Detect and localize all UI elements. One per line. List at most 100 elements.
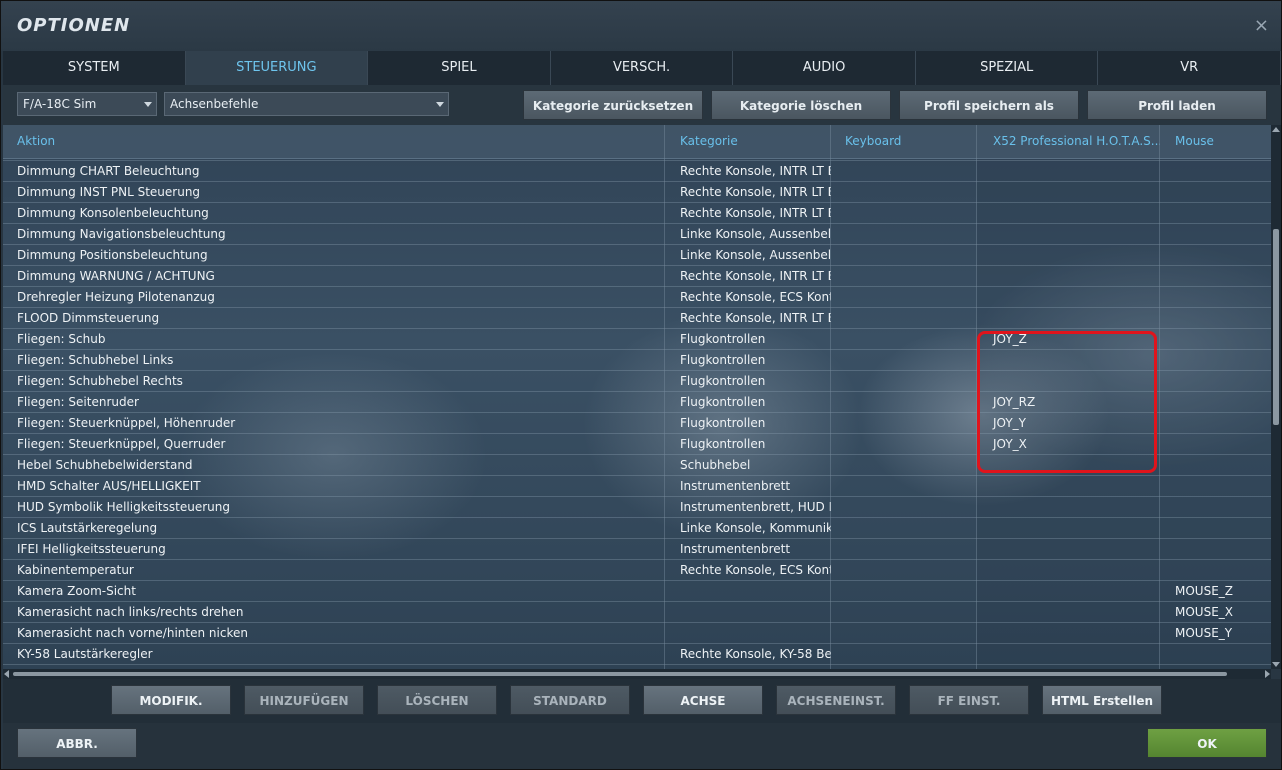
- cell-keyboard: [831, 182, 977, 202]
- cell-keyboard: [831, 266, 977, 286]
- tab-steuerung[interactable]: STEUERUNG: [185, 51, 369, 85]
- cell-joystick: JOY_Z: [993, 332, 1027, 346]
- table-row[interactable]: Fliegen: Steuerknüppel, Höhenruder Flugko…: [3, 413, 1271, 434]
- scrollbar-thumb[interactable]: [13, 672, 1227, 676]
- cell-action: Kamerasicht nach vorne/hinten nicken: [17, 626, 248, 640]
- cell-category: Rechte Konsole, INTR LT E: [680, 164, 831, 178]
- tab-versch[interactable]: VERSCH.: [550, 51, 734, 85]
- cell-action: Fliegen: Schubhebel Rechts: [17, 374, 183, 388]
- table-row[interactable]: Drehregler Heizung Pilotenanzug Rechte Ko…: [3, 287, 1271, 308]
- column-header-category[interactable]: Kategorie: [665, 125, 831, 158]
- table-row[interactable]: Fliegen: Schub Flugkontrollen JOY_Z: [3, 329, 1271, 350]
- cell-mouse: [1160, 518, 1271, 538]
- table-row[interactable]: Dimmung INST PNL Steuerung Rechte Konsole…: [3, 182, 1271, 203]
- load-profile-button[interactable]: Profil laden: [1087, 90, 1267, 120]
- tab-audio[interactable]: AUDIO: [733, 51, 916, 85]
- table-row[interactable]: Dimmung Positionsbeleuchtung Linke Konsol…: [3, 245, 1271, 266]
- cell-keyboard: [831, 224, 977, 244]
- aircraft-select[interactable]: F/A-18C Sim: [17, 92, 157, 116]
- standard-button[interactable]: STANDARD: [510, 685, 630, 715]
- achseneinst-button[interactable]: ACHSENEINST.: [776, 685, 896, 715]
- category-select[interactable]: Achsenbefehle: [164, 92, 449, 116]
- cell-joystick: [977, 266, 1160, 286]
- save-profile-as-button[interactable]: Profil speichern als: [899, 90, 1079, 120]
- scroll-down-icon[interactable]: [1272, 662, 1280, 667]
- table-row[interactable]: Dimmung Konsolenbeleuchtung Rechte Konsol…: [3, 203, 1271, 224]
- table-row[interactable]: FLOOD Dimmsteuerung Rechte Konsole, INTR …: [3, 308, 1271, 329]
- achse-button[interactable]: ACHSE: [643, 685, 763, 715]
- scroll-right-icon[interactable]: [1265, 670, 1270, 678]
- cell-category: Instrumentenbrett, HUD E: [680, 500, 831, 514]
- cancel-button[interactable]: ABBR.: [17, 728, 137, 758]
- column-header-keyboard[interactable]: Keyboard: [831, 125, 977, 158]
- column-header-joystick[interactable]: X52 Professional H.O.T.A.S...: [977, 125, 1160, 158]
- table-row[interactable]: Kamerasicht nach vorne/hinten nicken MOUS…: [3, 623, 1271, 644]
- table-row[interactable]: Hebel Schubhebelwiderstand Schubhebel: [3, 455, 1271, 476]
- tab-spezial[interactable]: SPEZIAL: [915, 51, 1099, 85]
- cell-joystick: [977, 455, 1160, 475]
- column-divider: [664, 125, 665, 669]
- cell-keyboard: [831, 413, 977, 433]
- cell-mouse: [1160, 203, 1271, 223]
- table-row[interactable]: Dimmung CHART Beleuchtung Rechte Konsole,…: [3, 161, 1271, 182]
- cell-category: [665, 602, 831, 622]
- table-row[interactable]: KY-58 Lautstärkeregler Rechte Konsole, KY…: [3, 644, 1271, 665]
- table-row[interactable]: Fliegen: Steuerknüppel, Querruder Flugkon…: [3, 434, 1271, 455]
- cell-joystick: [977, 308, 1160, 328]
- table-row[interactable]: Fliegen: Seitenruder Flugkontrollen JOY_RZ: [3, 392, 1271, 413]
- modifik-button[interactable]: MODIFIK.: [111, 685, 231, 715]
- column-header-action[interactable]: Aktion: [3, 125, 665, 158]
- tab-system[interactable]: SYSTEM: [3, 51, 186, 85]
- table-row[interactable]: Kamerasicht nach links/rechts drehen MOUS…: [3, 602, 1271, 623]
- cell-mouse: [1160, 245, 1271, 265]
- html-erstellen-button[interactable]: HTML Erstellen: [1042, 685, 1162, 715]
- löschen-button[interactable]: LÖSCHEN: [377, 685, 497, 715]
- cell-category: Schubhebel: [680, 458, 751, 472]
- cell-action: Dimmung WARNUNG / ACHTUNG: [17, 269, 215, 283]
- table-row[interactable]: ICS Lautstärkeregelung Linke Konsole, Kom…: [3, 518, 1271, 539]
- cell-mouse: [1160, 539, 1271, 559]
- cell-action: Fliegen: Steuerknüppel, Höhenruder: [17, 416, 236, 430]
- cell-mouse: [1160, 182, 1271, 202]
- table-row[interactable]: Dimmung WARNUNG / ACHTUNG Rechte Konsole,…: [3, 266, 1271, 287]
- cell-keyboard: [831, 203, 977, 223]
- scroll-left-icon[interactable]: [4, 670, 9, 678]
- cell-keyboard: [831, 455, 977, 475]
- cell-keyboard: [831, 371, 977, 391]
- ff-einst-button[interactable]: FF EINST.: [909, 685, 1029, 715]
- horizontal-scrollbar[interactable]: [3, 669, 1271, 679]
- cell-mouse: [1160, 392, 1271, 412]
- cell-category: Rechte Konsole, INTR LT E: [680, 185, 831, 199]
- cell-category: Flugkontrollen: [680, 332, 766, 346]
- cell-mouse: [1160, 644, 1271, 664]
- cell-action: Hebel Schubhebelwiderstand: [17, 458, 193, 472]
- table-row[interactable]: Kamera Zoom-Sicht MOUSE_Z: [3, 581, 1271, 602]
- cell-joystick: [977, 644, 1160, 664]
- vertical-scrollbar[interactable]: [1271, 125, 1281, 669]
- cell-keyboard: [831, 287, 977, 307]
- hinzufügen-button[interactable]: HINZUFÜGEN: [244, 685, 364, 715]
- column-header-mouse[interactable]: Mouse: [1160, 125, 1271, 158]
- table-row[interactable]: Dimmung Navigationsbeleuchtung Linke Kons…: [3, 224, 1271, 245]
- table-row[interactable]: Kabinentemperatur Rechte Konsole, ECS Kon…: [3, 560, 1271, 581]
- scroll-up-icon[interactable]: [1272, 127, 1280, 132]
- table-row[interactable]: IFEI Helligkeitssteuerung Instrumentenbre…: [3, 539, 1271, 560]
- cell-mouse: [1160, 161, 1271, 181]
- table-row[interactable]: Fliegen: Schubhebel Links Flugkontrollen: [3, 350, 1271, 371]
- tab-vr[interactable]: VR: [1098, 51, 1282, 85]
- table-row[interactable]: Fliegen: Schubhebel Rechts Flugkontrollen: [3, 371, 1271, 392]
- cell-joystick: [977, 371, 1160, 391]
- table-row[interactable]: HMD Schalter AUS/HELLIGKEIT Instrumentenb…: [3, 476, 1271, 497]
- clear-category-button[interactable]: Kategorie löschen: [711, 90, 891, 120]
- table-row[interactable]: HUD Symbolik Helligkeitssteuerung Instrum…: [3, 497, 1271, 518]
- close-icon[interactable]: ×: [1254, 15, 1269, 36]
- reset-category-button[interactable]: Kategorie zurücksetzen: [523, 90, 703, 120]
- window-title: OPTIONEN: [17, 15, 131, 36]
- cell-category: [665, 581, 831, 601]
- cell-keyboard: [831, 392, 977, 412]
- cell-keyboard: [831, 329, 977, 349]
- cell-keyboard: [831, 161, 977, 181]
- scrollbar-thumb[interactable]: [1273, 229, 1279, 425]
- tab-spiel[interactable]: SPIEL: [368, 51, 551, 85]
- ok-button[interactable]: OK: [1147, 728, 1267, 758]
